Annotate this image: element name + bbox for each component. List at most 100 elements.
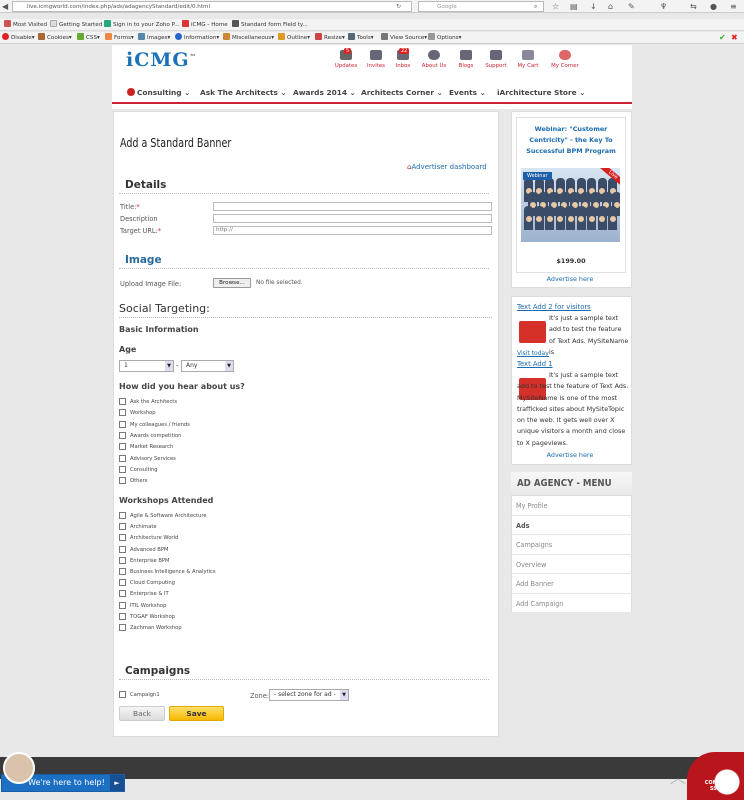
zone-select[interactable]: - select zone for ad - ▼: [269, 689, 349, 701]
webinar-image[interactable]: Webinar Live: [521, 168, 620, 242]
about-us-link[interactable]: About Us: [417, 50, 451, 69]
option-checkbox[interactable]: [119, 556, 126, 564]
chevron-right-icon[interactable]: ►: [110, 775, 124, 791]
option-checkbox[interactable]: [119, 624, 126, 631]
bookmark-item[interactable]: iCMG - Home: [182, 19, 228, 31]
option-checkbox[interactable]: [119, 420, 126, 428]
option-label: Enterprise & IT: [130, 591, 169, 598]
bookmark-item[interactable]: Sign in to your Zoho P...: [104, 19, 179, 31]
menu-ask-the-architects[interactable]: Ask The Architects ⌄: [200, 84, 287, 102]
option-checkbox[interactable]: [119, 523, 126, 531]
option-checkbox[interactable]: [119, 443, 126, 451]
updates-link[interactable]: 5 Updates: [329, 48, 363, 69]
visit-today-link[interactable]: Visit today: [517, 350, 549, 357]
error-icon[interactable]: ✖: [731, 32, 738, 44]
option-checkbox[interactable]: [119, 545, 126, 553]
agency-menu-item[interactable]: My Profile: [511, 496, 632, 516]
option-checkbox[interactable]: [119, 568, 126, 575]
title-label: Title:*: [120, 203, 140, 211]
option-checkbox[interactable]: [119, 465, 126, 473]
menu-architects-corner[interactable]: Architects Corner ⌄: [361, 84, 443, 102]
agency-menu-item[interactable]: Ads: [511, 516, 632, 535]
share-icon[interactable]: ⇆: [690, 2, 697, 11]
option-checkbox[interactable]: [119, 477, 126, 485]
option-checkbox[interactable]: [119, 590, 126, 598]
save-button[interactable]: Save: [169, 706, 224, 721]
age-from-select[interactable]: 1 ▼: [119, 360, 174, 372]
firebug-icon[interactable]: ●: [710, 2, 717, 11]
comodo-ssl-seal[interactable]: COMODO EV SSL SITE: [687, 752, 744, 800]
devtool-item[interactable]: Tools▾: [348, 32, 374, 44]
site-logo[interactable]: iCMG™: [126, 49, 197, 71]
devtool-item[interactable]: Images▾: [138, 32, 170, 44]
option-checkbox[interactable]: [119, 601, 126, 609]
browse-button[interactable]: Browse...: [213, 278, 251, 288]
devtool-item[interactable]: Miscellaneous▾: [223, 32, 274, 44]
option-checkbox[interactable]: [119, 512, 126, 519]
scroll-top-icon[interactable]: ︿: [670, 764, 686, 788]
agency-menu-item[interactable]: Add Banner: [511, 574, 632, 594]
description-input[interactable]: [213, 214, 492, 223]
option-checkbox[interactable]: [119, 398, 126, 405]
advertise-here-link[interactable]: Advertise here: [511, 275, 629, 283]
option-checkbox[interactable]: [119, 534, 126, 542]
back-button[interactable]: Back: [119, 706, 165, 721]
my-cart-link[interactable]: My Cart: [511, 50, 545, 69]
my-corner-link[interactable]: My Corner: [548, 50, 582, 69]
bookmark-star-icon[interactable]: ☆: [552, 2, 559, 11]
agency-menu-item[interactable]: Overview: [511, 555, 632, 574]
advertiser-dashboard-link[interactable]: ⌂Advertiser dashboard: [407, 163, 487, 171]
menu-events[interactable]: Events ⌄: [449, 84, 486, 102]
title-input[interactable]: [213, 202, 492, 211]
menu-awards-2014[interactable]: Awards 2014 ⌄: [293, 84, 356, 102]
tools-icon[interactable]: ✎: [628, 2, 635, 11]
devtool-item[interactable]: Information▾: [175, 32, 219, 44]
devtool-item[interactable]: CSS▾: [77, 32, 100, 44]
devtool-item[interactable]: Resize▾: [315, 32, 345, 44]
option-checkbox[interactable]: [119, 431, 126, 439]
menu-consulting[interactable]: Consulting ⌄: [127, 84, 190, 102]
menu-icon[interactable]: ≡: [730, 2, 737, 11]
workshops-label: Workshops Attended: [119, 496, 214, 505]
search-input[interactable]: Google: [418, 1, 544, 12]
reload-icon[interactable]: ↻: [396, 2, 401, 11]
description-label: Description: [120, 215, 158, 223]
devtool-item[interactable]: View Source▾: [381, 32, 427, 44]
download-icon[interactable]: ↓: [590, 2, 597, 11]
advertise-here-link[interactable]: Advertise here: [511, 451, 629, 459]
webinar-title[interactable]: Webinar: "Customer Centricity" - the Key…: [520, 124, 622, 157]
campaign-checkbox[interactable]: [119, 691, 126, 698]
option-label: Advisory Services: [130, 455, 176, 462]
devtool-item[interactable]: Cookies▾: [38, 32, 72, 44]
inbox-link[interactable]: 22 Inbox: [386, 48, 420, 69]
blogs-link[interactable]: Blogs: [449, 50, 483, 69]
text-ad-title[interactable]: Text Add 1: [517, 360, 553, 368]
option-checkbox[interactable]: [119, 454, 126, 462]
back-icon[interactable]: ◀: [2, 2, 8, 11]
agency-menu-item[interactable]: Campaigns: [511, 535, 632, 555]
devtool-item[interactable]: Forms▾: [105, 32, 134, 44]
bookmark-item[interactable]: Most Visited: [4, 19, 47, 31]
age-to-select[interactable]: Any ▼: [181, 360, 234, 372]
devtool-item[interactable]: Options▾: [428, 32, 461, 44]
url-input[interactable]: live.icmgworld.com/index.php/ads/adagenc…: [12, 1, 412, 12]
option-checkbox[interactable]: [119, 409, 126, 417]
agency-menu-item[interactable]: Add Campaign: [511, 594, 632, 613]
target-url-input[interactable]: http://: [213, 226, 492, 235]
option-checkbox[interactable]: [119, 579, 126, 587]
bookmark-item[interactable]: Getting Started: [50, 19, 102, 31]
addon-icon[interactable]: ♆: [660, 2, 667, 11]
bookmark-item[interactable]: Standard form Field ty...: [232, 19, 308, 31]
no-file-text: No file selected.: [256, 280, 303, 286]
person-head: [609, 216, 616, 222]
devtool-item[interactable]: Disable▾: [2, 32, 35, 44]
clipboard-icon[interactable]: ▤: [570, 2, 578, 11]
support-link[interactable]: Support: [479, 50, 513, 69]
devtool-item[interactable]: Outline▾: [278, 32, 310, 44]
home-icon[interactable]: ⌂: [608, 2, 613, 11]
menu-iarchitecture-store[interactable]: iArchitecture Store ⌄: [497, 84, 585, 102]
option-checkbox[interactable]: [119, 612, 126, 620]
text-ad-title[interactable]: Text Add 2 for visitors: [517, 303, 591, 311]
checkmark-icon[interactable]: ✔: [719, 32, 726, 44]
search-icon[interactable]: ⌕: [534, 2, 537, 11]
